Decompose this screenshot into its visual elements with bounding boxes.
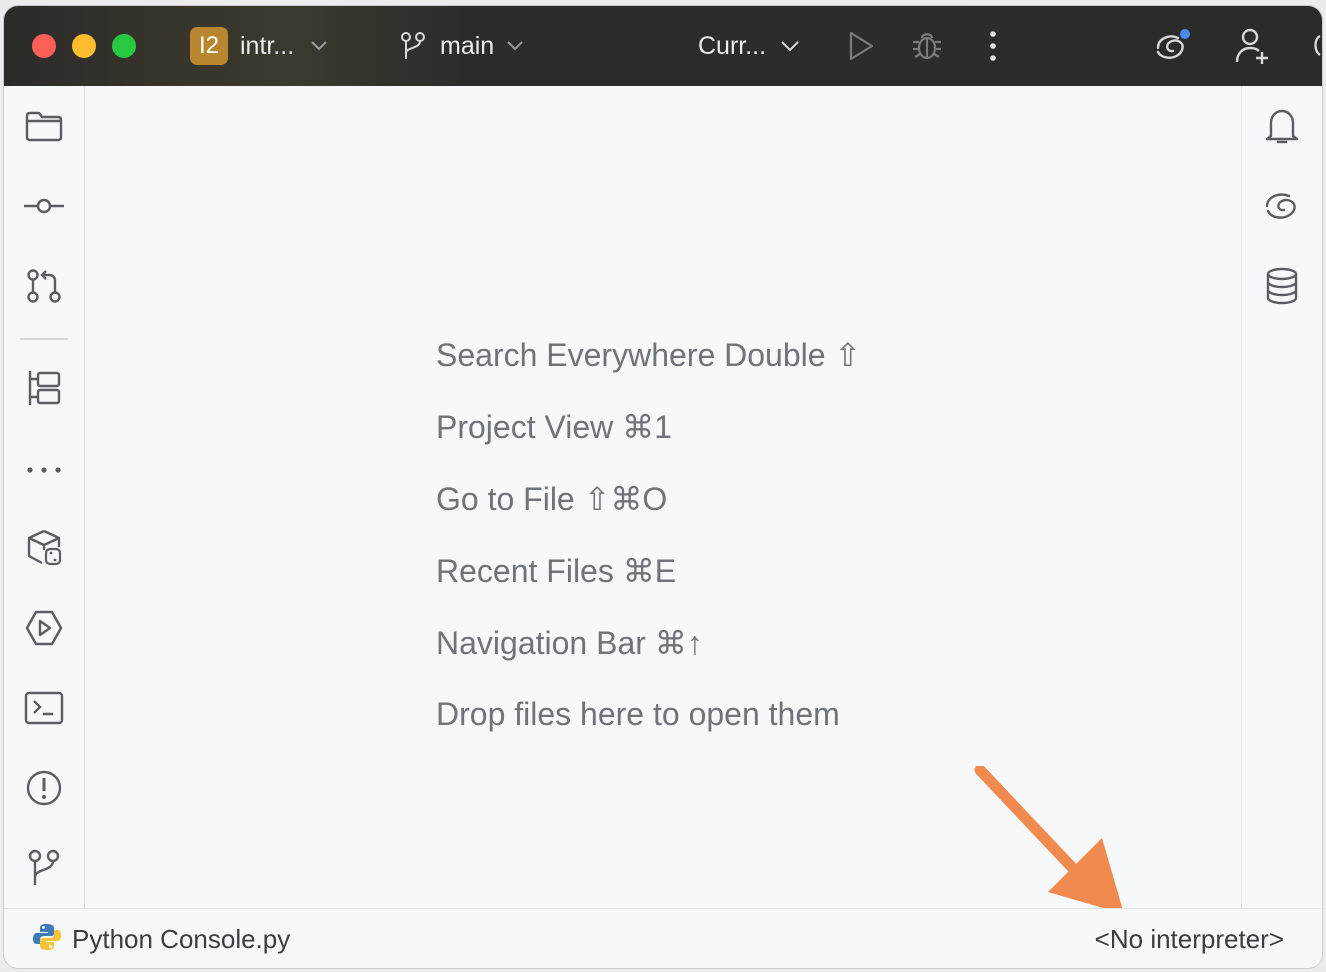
chevron-down-icon <box>780 40 800 52</box>
more-tool-windows-button[interactable] <box>22 448 66 492</box>
more-actions-button[interactable] <box>988 6 998 86</box>
python-packages-icon <box>24 528 64 573</box>
ai-assistant-icon <box>1152 28 1192 64</box>
title-bar: I2 intr... main Curr... <box>4 6 1322 86</box>
project-widget[interactable]: I2 intr... <box>190 6 328 86</box>
git-tool-button[interactable] <box>22 848 66 892</box>
run-config-name: Curr... <box>698 31 767 60</box>
search-button[interactable] <box>1310 6 1322 86</box>
toolbar-separator <box>20 338 68 340</box>
notifications-tool-button[interactable] <box>1260 106 1304 150</box>
hint-project-view: Project View ⌘1 <box>436 409 672 445</box>
python-packages-tool-button[interactable] <box>22 528 66 572</box>
ai-assistant-icon <box>1263 189 1301 228</box>
git-branch-icon <box>27 849 61 892</box>
problems-tool-button[interactable] <box>22 768 66 812</box>
run-button[interactable] <box>846 6 876 86</box>
bell-icon <box>1264 106 1300 151</box>
status-file-breadcrumb[interactable]: Python Console.py <box>32 909 290 968</box>
problems-icon <box>25 769 63 812</box>
play-icon <box>846 30 876 62</box>
branch-icon <box>400 31 426 61</box>
services-tool-button[interactable] <box>22 608 66 652</box>
commit-tool-button[interactable] <box>22 186 66 230</box>
left-tool-window-bar <box>4 86 85 908</box>
right-tool-window-bar <box>1241 86 1322 908</box>
search-icon <box>1310 31 1322 61</box>
more-vertical-icon <box>988 30 998 62</box>
chevron-down-icon <box>310 40 328 52</box>
ai-assistant-button[interactable] <box>1152 6 1192 86</box>
database-icon <box>1265 267 1299 310</box>
more-horizontal-icon <box>26 461 62 479</box>
hint-drop-files: Drop files here to open them <box>436 696 840 732</box>
hint-go-to-file: Go to File ⇧⌘O <box>436 481 668 517</box>
close-window-button[interactable] <box>32 34 56 58</box>
interpreter-selector[interactable]: <No interpreter> <box>1095 909 1284 968</box>
database-tool-button[interactable] <box>1260 266 1304 310</box>
annotation-arrow-icon <box>964 764 1144 931</box>
status-bar: Python Console.py <No interpreter> <box>4 908 1322 968</box>
structure-tool-button[interactable] <box>22 368 66 412</box>
current-file-name: Python Console.py <box>72 923 291 954</box>
project-badge: I2 <box>190 27 228 65</box>
project-name: intr... <box>240 31 295 60</box>
hint-recent-files: Recent Files ⌘E <box>436 553 677 589</box>
python-file-icon <box>32 922 62 957</box>
pull-requests-tool-button[interactable] <box>22 266 66 310</box>
ide-window: I2 intr... main Curr... Search Everywher… <box>4 6 1322 968</box>
add-user-button[interactable] <box>1234 6 1272 86</box>
zoom-window-button[interactable] <box>112 34 136 58</box>
branch-name: main <box>440 31 495 60</box>
hint-search-everywhere: Search Everywhere Double ⇧ <box>436 337 862 373</box>
minimize-window-button[interactable] <box>72 34 96 58</box>
commit-icon <box>23 196 65 221</box>
hint-navigation-bar: Navigation Bar ⌘↑ <box>436 625 703 661</box>
run-config-widget[interactable]: Curr... <box>698 6 800 86</box>
project-tool-button[interactable] <box>22 106 66 150</box>
services-icon <box>24 609 64 652</box>
ai-assistant-tool-button[interactable] <box>1260 186 1304 230</box>
add-user-icon <box>1234 26 1272 66</box>
chevron-down-icon <box>506 40 524 52</box>
terminal-tool-button[interactable] <box>22 688 66 732</box>
bug-icon <box>910 29 944 63</box>
debug-button[interactable] <box>910 6 944 86</box>
branch-widget[interactable]: main <box>400 6 524 86</box>
folder-icon <box>25 110 63 147</box>
structure-icon <box>26 369 62 412</box>
pull-requests-icon <box>26 268 62 309</box>
terminal-icon <box>24 691 64 730</box>
